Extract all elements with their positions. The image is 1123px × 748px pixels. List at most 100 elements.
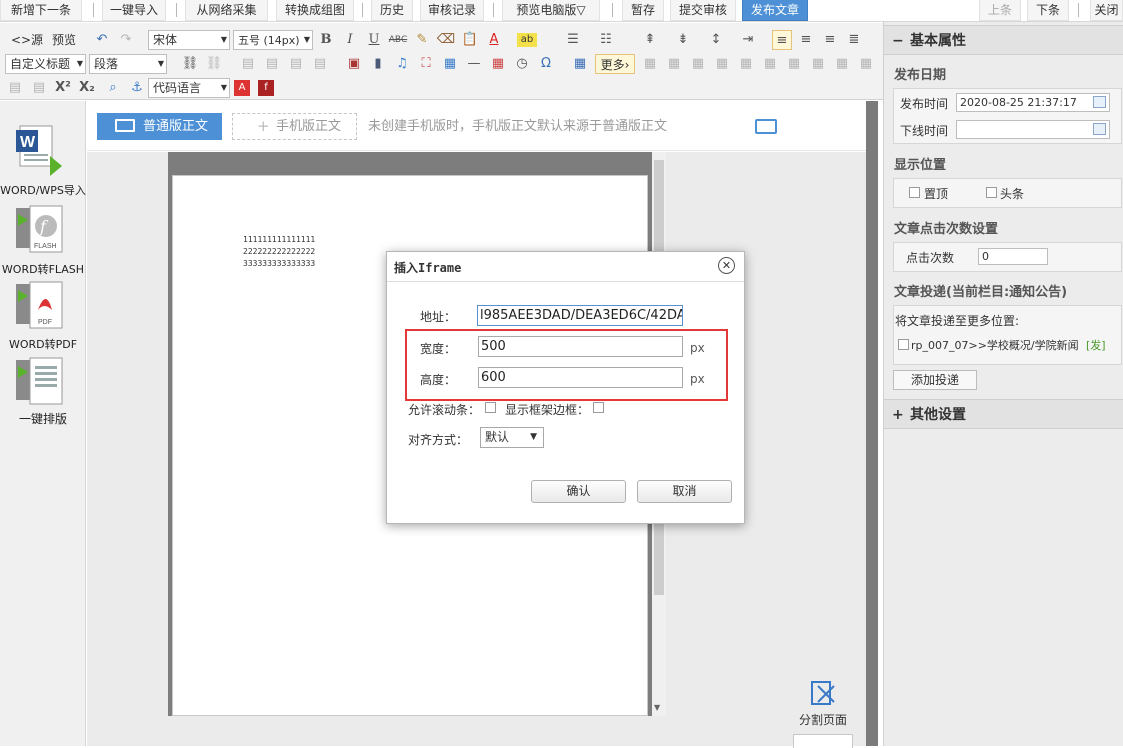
more-button[interactable]: 更多› [595,54,635,74]
publish-article-button[interactable]: 发布文章 [742,0,808,21]
insert-time-icon[interactable]: ◷ [512,54,532,74]
special-char-icon[interactable]: Ω [536,54,556,74]
convert-gallery-button[interactable]: 转换成组图 [276,0,354,21]
table-delete-row-icon[interactable]: ▦ [688,54,708,74]
table-split-cols-icon[interactable]: ▦ [808,54,828,74]
image-left-icon[interactable]: ▤ [262,54,282,74]
code-language-select[interactable]: 代码语言 ▼ [148,78,230,98]
align-justify-icon[interactable]: ≣ [844,30,864,50]
insert-map-icon[interactable]: ⛶ [416,54,436,74]
review-log-button[interactable]: 审核记录 [420,0,484,21]
cancel-button[interactable]: 取消 [637,480,732,503]
link-icon[interactable]: ⛓ [180,54,200,74]
line-height-icon[interactable]: ↕ [706,30,726,50]
word-to-pdf-label[interactable]: WORD转PDF [0,336,86,352]
row-spacing-bottom-icon[interactable]: ⇟ [673,30,693,50]
align-center-icon[interactable]: ≡ [796,30,816,50]
insert-table-icon[interactable]: ▦ [570,54,590,74]
image-float-none-icon[interactable]: ▤ [238,54,258,74]
word-wps-import-label[interactable]: WORD/WPS导入 [0,182,86,198]
preview-device-icon[interactable] [755,119,777,134]
split-page-button[interactable]: 分割页面 [795,678,851,738]
insert-image-icon[interactable]: ▣ [344,54,364,74]
insert-music-icon[interactable]: ♫ [392,54,412,74]
click-count-input[interactable]: 0 [978,248,1048,265]
search-replace-icon[interactable]: ⌕ [103,78,123,98]
web-collect-button[interactable]: 从网络采集 [185,0,268,21]
font-family-select[interactable]: 宋体 ▼ [148,30,230,50]
add-deliver-button[interactable]: 添加投递 [893,370,977,390]
word-to-pdf-icon[interactable]: PDF [16,280,66,330]
history-button[interactable]: 历史 [371,0,413,21]
source-code-button[interactable]: <>源码 [6,30,48,67]
other-settings-header[interactable]: + 其他设置 [884,399,1123,429]
tab-mobile-content[interactable]: + 手机版正文 [232,113,357,140]
table-split-rows-icon[interactable]: ▦ [784,54,804,74]
show-border-checkbox[interactable] [593,402,604,413]
table-props-icon[interactable]: ▦ [856,54,876,74]
clear-format-icon[interactable]: ⌫ [436,30,456,50]
cell-props-icon[interactable]: ▤ [29,78,49,98]
bold-icon[interactable]: B [316,30,336,50]
align-left-icon[interactable]: ≡ [772,30,792,50]
one-click-layout-icon[interactable] [16,356,66,406]
highlight-color-icon[interactable]: ab [517,33,537,47]
calendar-icon[interactable] [1093,123,1106,135]
headline-checkbox[interactable] [986,187,997,198]
confirm-button[interactable]: 确认 [531,480,626,503]
basic-properties-header[interactable]: − 基本属性 [884,25,1123,55]
underline-icon[interactable]: U [364,30,384,50]
redo-icon[interactable]: ↷ [116,30,136,50]
flash-icon[interactable]: f [258,80,274,96]
close-icon[interactable]: ✕ [718,257,735,274]
one-click-layout-label[interactable]: 一键排版 [0,410,86,427]
format-painter-icon[interactable]: ✎ [412,30,432,50]
table-delete-col-icon[interactable]: ▦ [712,54,732,74]
prev-item-button[interactable]: 上条 [979,0,1021,21]
row-spacing-top-icon[interactable]: ⇞ [640,30,660,50]
superscript-icon[interactable]: X² [53,78,73,98]
editor-scrollbar[interactable] [866,101,878,746]
one-click-import-button[interactable]: 一键导入 [102,0,166,21]
insert-date-icon[interactable]: ▦ [488,54,508,74]
insert-video-icon[interactable]: ▮ [368,54,388,74]
table-insert-col-icon[interactable]: ▦ [664,54,684,74]
pin-top-checkbox[interactable] [909,187,920,198]
strikethrough-icon[interactable]: ABC [388,30,408,50]
font-color-icon[interactable]: A [484,30,504,50]
indent-icon[interactable]: ⇥ [738,30,758,50]
preview-pc-button[interactable]: 预览电脑版▽ [502,0,600,21]
paragraph-select[interactable]: 段落 ▼ [89,54,167,74]
table-merge-icon[interactable]: ▦ [736,54,756,74]
scroll-down-arrow-icon[interactable]: ▼ [654,703,660,712]
unlink-icon[interactable]: ⛓ [204,54,224,74]
close-button[interactable]: 关闭 [1090,0,1123,21]
insert-frame-icon[interactable]: ▦ [440,54,460,74]
pdf-icon[interactable]: A [234,80,250,96]
deliver-item-checkbox[interactable] [898,339,909,350]
submit-review-button[interactable]: 提交审核 [670,0,736,21]
width-input[interactable]: 500 [478,336,683,357]
allow-scroll-checkbox[interactable] [485,402,496,413]
address-input[interactable]: l985AEE3DAD/DEA3ED6C/42DA [477,305,683,326]
italic-icon[interactable]: I [340,30,360,50]
publish-time-field[interactable]: 2020-08-25 21:37:17 [956,93,1110,112]
unordered-list-icon[interactable]: ☷ [596,30,616,50]
tab-normal-content[interactable]: 普通版正文 [97,113,222,140]
undo-icon[interactable]: ↶ [92,30,112,50]
next-item-button[interactable]: 下条 [1027,0,1069,21]
font-size-select[interactable]: 五号 (14px) ▼ [233,30,313,50]
height-input[interactable]: 600 [478,367,683,388]
paste-text-icon[interactable]: 📋 [460,30,480,50]
save-draft-button[interactable]: 暂存 [622,0,664,21]
word-to-flash-icon[interactable]: f FLASH [16,204,66,254]
align-select[interactable]: 默认 ▼ [480,427,544,448]
image-right-icon[interactable]: ▤ [286,54,306,74]
table-split-icon[interactable]: ▦ [760,54,780,74]
custom-heading-select[interactable]: 自定义标题 ▼ [5,54,86,74]
deliver-item-tag[interactable]: [发] [1086,337,1106,353]
table-delete-icon[interactable]: ▦ [832,54,852,74]
align-right-icon[interactable]: ≡ [820,30,840,50]
offline-time-field[interactable] [956,120,1110,139]
word-to-flash-label[interactable]: WORD转FLASH [0,261,86,277]
